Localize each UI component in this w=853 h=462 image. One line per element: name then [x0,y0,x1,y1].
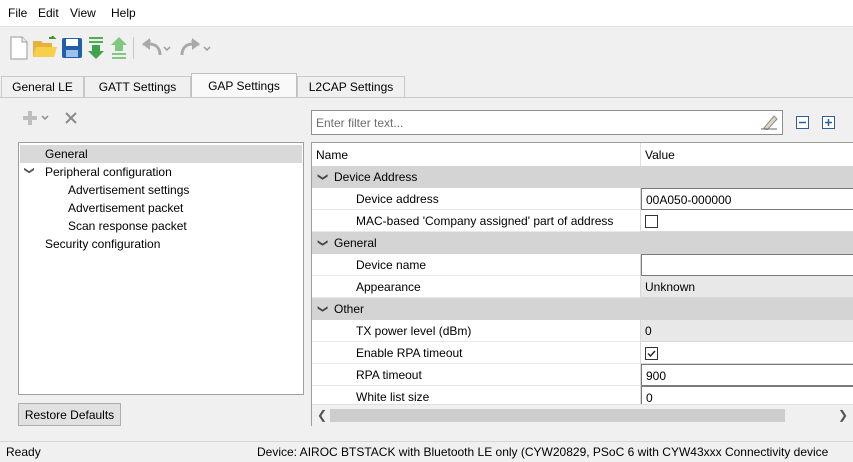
device-status: Device: AIROC BTSTACK with Bluetooth LE … [257,445,829,459]
property-row: Device address 00A050-000000 [312,188,853,210]
tab-divider [0,97,853,98]
tree-item-general[interactable]: General [45,146,88,163]
property-name: MAC-based 'Company assigned' part of add… [312,210,641,232]
rpa-timeout-field[interactable]: 900 [641,364,853,386]
category-label: Other [334,302,365,316]
tab-gap-settings[interactable]: GAP Settings [191,73,297,98]
tab-gatt-settings[interactable]: GATT Settings [84,76,191,97]
chevron-down-icon[interactable]: ❯ [312,173,333,181]
chevron-down-icon[interactable]: ❯ [24,166,35,174]
menu-bar: File Edit View Help [0,0,853,27]
settings-tree: General ❯ Peripheral configuration Adver… [18,142,304,395]
menu-view[interactable]: View [70,6,96,20]
header-divider [640,143,641,167]
clear-filter-icon[interactable] [760,114,778,133]
expand-all-icon[interactable] [822,116,835,132]
property-row: Appearance Unknown [312,276,853,298]
redo-icon[interactable] [175,35,213,61]
appearance-value[interactable]: Unknown [641,276,853,298]
filter-box [311,110,783,135]
tree-item-scan-response-packet[interactable]: Scan response packet [68,218,187,235]
menu-edit[interactable]: Edit [38,6,59,20]
toolbar-separator [133,37,134,59]
property-row: MAC-based 'Company assigned' part of add… [312,210,853,232]
undo-icon[interactable] [139,35,173,61]
tx-power-value[interactable]: 0 [641,320,853,342]
device-name-field[interactable] [641,254,853,276]
property-row: Device name [312,254,853,276]
upload-icon[interactable] [106,35,132,61]
property-row: Enable RPA timeout [312,342,853,364]
filter-input[interactable] [314,113,748,133]
column-header-value[interactable]: Value [645,143,845,167]
property-name: Appearance [312,276,641,298]
add-icon[interactable] [22,108,50,128]
category-label: General [334,236,377,250]
property-name: TX power level (dBm) [312,320,641,342]
property-grid: Name Value ❯ Device Address Device addre… [311,142,853,426]
menu-help[interactable]: Help [111,6,136,20]
category-row[interactable]: ❯ Other [312,298,853,320]
tab-strip: General LE GATT Settings GAP Settings L2… [0,73,853,98]
mac-company-part-checkbox[interactable] [645,215,658,228]
horizontal-scrollbar[interactable]: ❮ ❯ [312,404,853,426]
collapse-all-icon[interactable] [796,116,809,132]
scroll-left-icon[interactable]: ❮ [317,408,327,422]
new-file-icon[interactable] [6,35,32,61]
property-name: Device address [312,188,641,210]
tab-general-le[interactable]: General LE [1,76,84,97]
tab-l2cap-settings[interactable]: L2CAP Settings [297,76,405,97]
device-address-field[interactable]: 00A050-000000 [641,188,853,210]
tree-item-peripheral-configuration[interactable]: Peripheral configuration [45,164,172,181]
tree-item-advertisement-packet[interactable]: Advertisement packet [68,200,183,217]
property-name: Enable RPA timeout [312,342,641,364]
scroll-right-icon[interactable]: ❯ [838,408,848,422]
scrollbar-thumb[interactable] [330,409,785,422]
property-name: Device name [312,254,641,276]
enable-rpa-timeout-checkbox[interactable] [645,347,658,360]
status-text: Ready [6,445,41,459]
remove-icon[interactable] [64,108,78,128]
checkmark-icon [647,350,656,358]
value-cell [641,210,853,232]
category-label: Device Address [334,170,418,184]
restore-defaults-button[interactable]: Restore Defaults [18,403,121,426]
property-row: TX power level (dBm) 0 [312,320,853,342]
toolbar [0,27,853,69]
status-bar: Ready Device: AIROC BTSTACK with Bluetoo… [0,441,853,462]
property-row: RPA timeout 900 [312,364,853,386]
open-folder-icon[interactable] [32,35,58,61]
menu-file[interactable]: File [8,6,27,20]
chevron-down-icon[interactable]: ❯ [312,239,333,247]
save-icon[interactable] [59,35,85,61]
tree-item-security-configuration[interactable]: Security configuration [45,236,160,253]
tree-item-advertisement-settings[interactable]: Advertisement settings [68,182,189,199]
category-row[interactable]: ❯ General [312,232,853,254]
value-cell [641,342,853,364]
chevron-down-icon[interactable]: ❯ [312,305,333,313]
category-row[interactable]: ❯ Device Address [312,166,853,188]
property-name: RPA timeout [312,364,641,386]
column-header-name[interactable]: Name [316,143,636,167]
